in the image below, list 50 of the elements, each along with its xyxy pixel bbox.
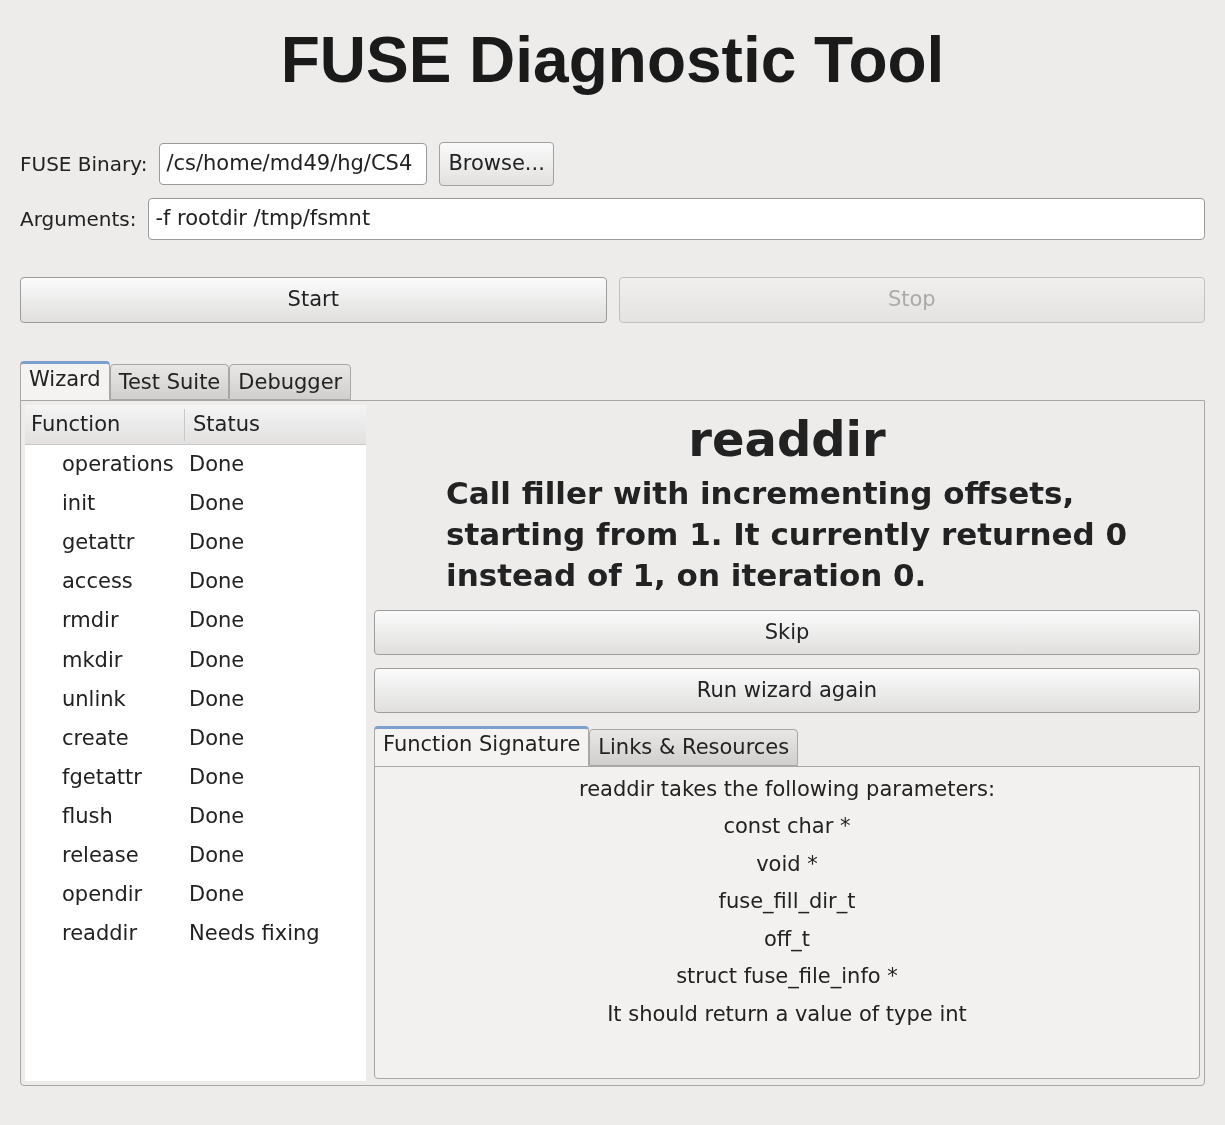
signature-line: It should return a value of type int — [607, 1000, 967, 1028]
status-cell-text: Done — [189, 842, 245, 869]
function-cell[interactable]: flush — [25, 800, 189, 833]
wizard-message: Call filler with incrementing offsets, starting from 1. It currently returned 0 instead of 1, on iteration 0. — [445, 474, 1129, 596]
function-cell[interactable]: operations — [25, 449, 189, 481]
status-cell-text: Done — [189, 568, 245, 596]
function-heading: readdir — [687, 410, 887, 470]
function-cell[interactable]: unlink — [25, 683, 189, 716]
status-cell-text: Done — [189, 451, 245, 479]
status-cell-text: Done — [189, 685, 245, 713]
status-cell-text: Done — [189, 881, 245, 909]
column-header[interactable]: Status — [185, 409, 268, 441]
function-cell[interactable]: rmdir — [25, 605, 189, 637]
function-cell[interactable]: mkdir — [25, 644, 189, 676]
status-cell-text: Done — [189, 724, 245, 752]
field-label: FUSE Binary: — [20, 151, 148, 178]
function-cell[interactable]: init — [25, 488, 189, 520]
signature-line: off_t — [763, 925, 811, 954]
field-label: Arguments: — [20, 206, 137, 233]
signature-line: struct fuse_file_info * — [676, 963, 898, 991]
status-cell-text: Done — [189, 529, 245, 557]
signature-line: void * — [756, 850, 818, 878]
function-cell[interactable]: release — [25, 840, 189, 872]
wizard-button[interactable]: Skip — [374, 610, 1200, 656]
function-cell[interactable]: create — [25, 722, 189, 755]
status-cell-text: Done — [189, 490, 245, 518]
tab[interactable]: Function Signature — [374, 726, 590, 767]
tab[interactable]: Debugger — [229, 364, 352, 401]
status-cell-text: Done — [189, 763, 245, 791]
status-cell-text: Done — [189, 646, 245, 674]
binary-path-field[interactable]: /cs/home/md49/hg/CS4 — [159, 143, 428, 185]
signature-line: fuse_fill_dir_t — [718, 888, 856, 916]
function-cell[interactable]: readdir — [25, 918, 189, 950]
tab[interactable]: Wizard — [20, 361, 110, 402]
status-cell-text: Done — [189, 802, 245, 830]
tab[interactable]: Test Suite — [109, 364, 230, 401]
browse-button[interactable]: Browse... — [439, 142, 554, 186]
wizard-button[interactable]: Run wizard again — [374, 668, 1200, 714]
function-cell[interactable]: access — [25, 566, 189, 598]
control-button[interactable]: Start — [20, 277, 607, 323]
status-cell-text: Done — [189, 607, 245, 635]
column-header[interactable]: Function — [25, 409, 185, 441]
arguments-field[interactable]: -f rootdir /tmp/fsmnt — [148, 198, 1205, 240]
tab[interactable]: Links & Resources — [589, 729, 799, 766]
status-cell-text: Needs fixing — [189, 920, 320, 948]
function-cell[interactable]: fgetattr — [25, 761, 189, 794]
function-cell[interactable]: opendir — [25, 879, 189, 911]
signature-line: const char * — [723, 813, 851, 840]
signature-line: readdir takes the following parameters: — [579, 775, 995, 803]
function-cell[interactable]: getattr — [25, 527, 189, 559]
